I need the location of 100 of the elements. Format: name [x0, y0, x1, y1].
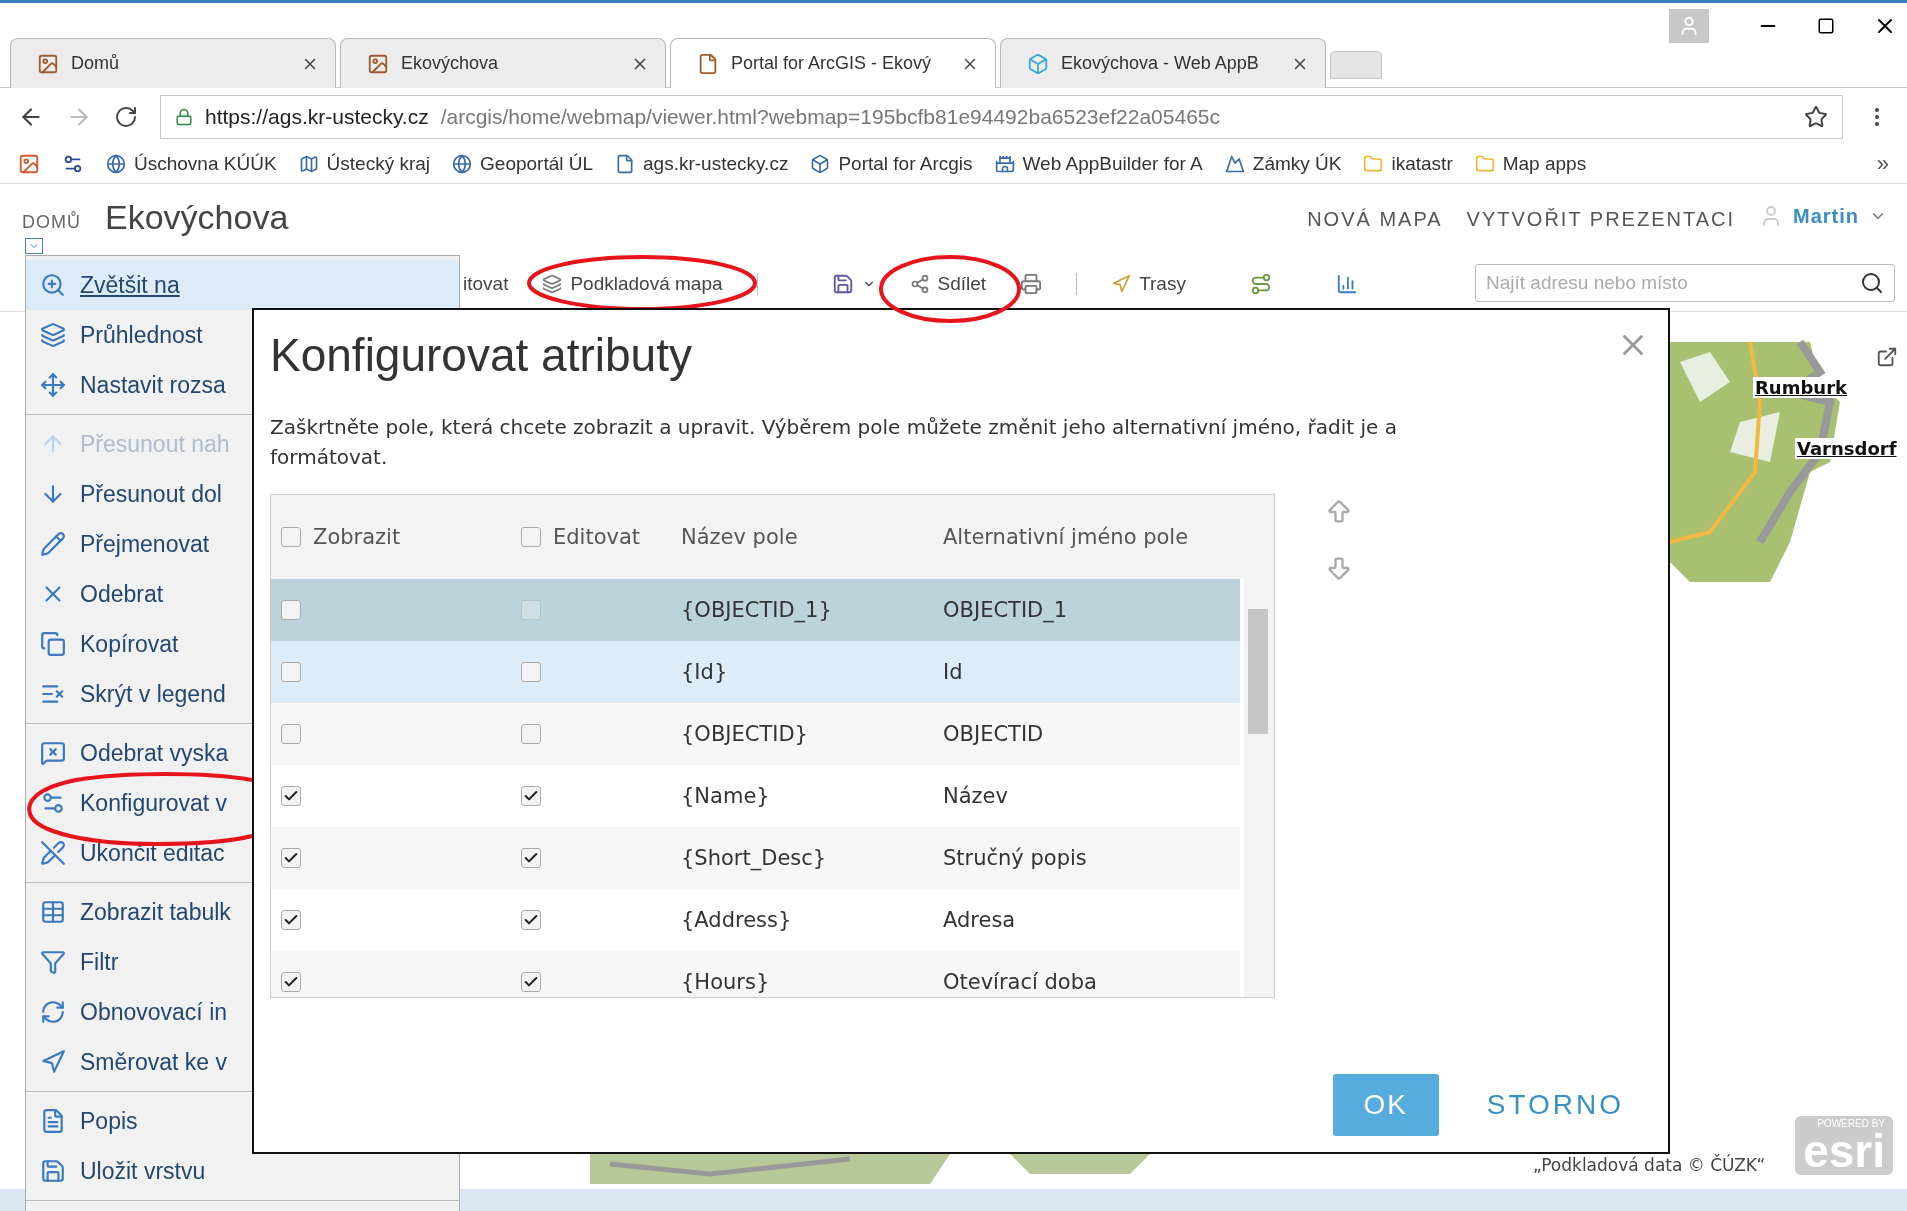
castle-icon: [994, 154, 1015, 174]
browser-tab[interactable]: Domů: [10, 38, 336, 88]
maximize-icon[interactable]: [1817, 17, 1835, 35]
settings-icon: [40, 790, 66, 816]
checkbox[interactable]: [521, 910, 541, 930]
share-button[interactable]: Sdílet: [909, 272, 987, 295]
document-icon: [40, 1108, 66, 1134]
checkbox[interactable]: [521, 848, 541, 868]
table-cell-text: {OBJECTID}: [680, 722, 809, 746]
lock-icon: [175, 107, 193, 126]
bookmark-link[interactable]: Úschovna KÚÚK: [106, 153, 277, 175]
zoom-in-icon: [40, 272, 66, 298]
user-menu[interactable]: Martin: [1759, 204, 1887, 228]
browser-tab[interactable]: Ekovýchova: [340, 38, 666, 88]
bookmark-link[interactable]: Zámky ÚK: [1224, 153, 1342, 175]
bookmark-link[interactable]: Ústecký kraj: [298, 153, 431, 175]
cancel-button[interactable]: STORNO: [1486, 1085, 1624, 1125]
checkbox[interactable]: [521, 527, 541, 547]
more-bookmarks-button[interactable]: »: [1876, 151, 1889, 177]
table-cell-text: {Short_Desc}: [680, 846, 828, 870]
copy-icon: [40, 631, 66, 657]
table-row[interactable]: {OBJECTID_1} OBJECTID_1: [271, 579, 1240, 641]
refresh-icon: [40, 999, 66, 1025]
chart-button[interactable]: [1335, 272, 1358, 295]
bookmark-link[interactable]: Web AppBuilder for A: [994, 153, 1203, 175]
reload-icon[interactable]: [114, 104, 138, 129]
expand-icon[interactable]: [1876, 346, 1898, 368]
navigation-icon: [1111, 273, 1132, 294]
column-header[interactable]: Editovat: [553, 521, 641, 553]
share-icon: [909, 273, 930, 294]
globe-icon: [106, 154, 126, 174]
message-x-icon: [40, 740, 66, 766]
place-label: Varnsdorf: [1795, 438, 1899, 459]
nav-link[interactable]: NOVÁ MAPA: [1307, 208, 1443, 231]
checkbox[interactable]: [281, 724, 301, 744]
bookmark-link[interactable]: ags.kr-ustecky.cz: [615, 153, 789, 175]
nav-link[interactable]: VYTVOŘIT PREZENTACI: [1466, 208, 1735, 231]
bookmark-link[interactable]: ikatastr: [1363, 153, 1453, 175]
table-row[interactable]: {Id} Id: [271, 641, 1240, 703]
checkbox[interactable]: [521, 724, 541, 744]
checkbox[interactable]: [281, 972, 301, 992]
table-cell-text: OBJECTID_1: [942, 598, 1069, 622]
scrollbar-thumb[interactable]: [1248, 609, 1268, 734]
url-host: https://ags.kr-ustecky.cz: [205, 104, 429, 129]
column-header[interactable]: Alternativní jméno pole: [943, 521, 1189, 553]
mountain-icon: [1224, 154, 1245, 174]
checkbox[interactable]: [281, 786, 301, 806]
menu-item[interactable]: Uložit vrstvu: [26, 1146, 265, 1196]
browser-tab[interactable]: Ekovýchova - Web AppB: [1000, 38, 1326, 88]
arrow-up-icon: [1325, 498, 1353, 526]
place-label: Rumburk: [1753, 377, 1849, 398]
checkbox[interactable]: [521, 662, 541, 682]
table-cell-text: Adresa: [942, 908, 1017, 932]
search-icon[interactable]: [1860, 270, 1884, 295]
print-button[interactable]: [1020, 272, 1043, 295]
dialog-description: Zaškrtněte pole, která chcete zobrazit a upravit. Výběrem pole můžete změnit jeho alternativní jméno, řadit je a formátovat.: [270, 414, 1398, 471]
home-link[interactable]: DOMŮ: [22, 212, 81, 233]
bookmark-link[interactable]: Portal for Arcgis: [810, 153, 973, 175]
picture-icon[interactable]: [18, 153, 40, 175]
save-icon: [40, 1158, 66, 1184]
table-cell-text: Id: [942, 660, 964, 684]
table-row[interactable]: {Hours} Otevírací doba: [271, 951, 1240, 997]
table-row[interactable]: {Short_Desc} Stručný popis: [271, 827, 1240, 889]
column-header[interactable]: Zobrazit: [313, 521, 401, 553]
save-icon: [831, 272, 854, 295]
cube-icon: [1027, 52, 1049, 75]
toolbar-button[interactable]: itovat: [463, 272, 509, 295]
save-button[interactable]: [831, 272, 876, 295]
table-cell-text: Název: [942, 784, 1009, 808]
checkbox[interactable]: [281, 848, 301, 868]
measure-button[interactable]: [1249, 272, 1272, 295]
checkbox[interactable]: [281, 662, 301, 682]
table-row[interactable]: {OBJECTID} OBJECTID: [271, 703, 1240, 765]
map-icon: [298, 154, 319, 174]
address-field[interactable]: https://ags.kr-ustecky.cz /arcgis/home/webmap/viewer.html?webmap=195bcfb81e94492ba6523ef22a05465c: [160, 94, 1843, 139]
map-attribution: „Podkladová data © ČÚZK“: [1533, 1155, 1766, 1175]
checkbox[interactable]: [281, 527, 301, 547]
checkbox[interactable]: [281, 600, 301, 620]
table-cell-text: {Hours}: [680, 970, 771, 994]
browser-tab[interactable]: Portal for ArcGIS - Ekový: [670, 38, 996, 88]
table-cell-text: Stručný popis: [942, 846, 1088, 870]
scrollbar[interactable]: [1244, 579, 1274, 997]
bookmark-link[interactable]: Geoportál ÚL: [452, 153, 594, 175]
layers-icon: [40, 322, 66, 348]
bookmark-link[interactable]: Map apps: [1474, 153, 1587, 175]
checkbox[interactable]: [281, 910, 301, 930]
folder-icon: [1474, 154, 1495, 174]
move-icon: [40, 372, 66, 398]
navigation-icon: [40, 1049, 66, 1075]
table-cell-text: {Address}: [680, 908, 793, 932]
directions-button[interactable]: Trasy: [1111, 272, 1186, 295]
checkbox[interactable]: [521, 786, 541, 806]
checkbox[interactable]: [521, 972, 541, 992]
table-cell-text: {OBJECTID_1}: [680, 598, 833, 622]
layers-icon: [542, 273, 563, 294]
star-icon[interactable]: [1804, 104, 1828, 129]
dropdown-button[interactable]: [25, 238, 43, 254]
picture-icon: [37, 52, 59, 75]
table-cell-text: Otevírací doba: [942, 970, 1098, 994]
column-header[interactable]: Název pole: [681, 521, 798, 553]
